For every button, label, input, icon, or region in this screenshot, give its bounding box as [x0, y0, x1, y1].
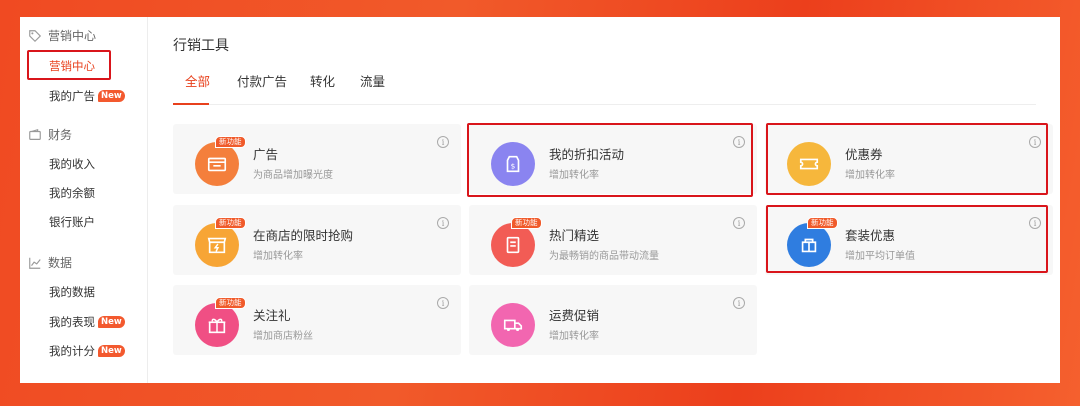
- page-title: 行销工具: [173, 38, 229, 54]
- wallet-icon: [29, 128, 41, 140]
- new-feature-tag: 新功能: [215, 217, 246, 229]
- tool-card-shipping-promo[interactable]: 运费促销 增加转化率 i: [469, 285, 757, 355]
- tab-label: 转化: [310, 74, 336, 89]
- main-content: 行销工具 全部 付款广告 转化 流量 新功能 广告 为商品增加曝光度 i $ 我…: [149, 17, 1060, 383]
- tool-card-my-discount[interactable]: $ 我的折扣活动 增加转化率 i: [469, 124, 757, 194]
- card-description: 增加平均订单值: [845, 251, 915, 262]
- card-description: 增加商店粉丝: [253, 331, 313, 342]
- gift-icon: [208, 318, 226, 334]
- discount-tag-icon: $: [506, 155, 520, 173]
- card-title: 关注礼: [253, 308, 291, 323]
- card-icon-circle: [491, 303, 535, 347]
- sidebar-item-label: 我的收入: [49, 157, 95, 171]
- bundle-icon: [801, 238, 817, 253]
- sidebar-item-my-score[interactable]: 我的计分 New: [49, 343, 125, 359]
- tool-card-coupon[interactable]: 优惠券 增加转化率 i: [765, 124, 1053, 194]
- ad-icon: [207, 157, 227, 172]
- info-icon[interactable]: i: [1029, 136, 1041, 148]
- sidebar-section-marketing: 营销中心: [28, 27, 96, 44]
- card-description: 为商品增加曝光度: [253, 170, 333, 181]
- tool-card-flash-sale[interactable]: 新功能 在商店的限时抢购 增加转化率 i: [173, 205, 461, 275]
- info-icon[interactable]: i: [437, 136, 449, 148]
- svg-text:$: $: [511, 162, 516, 171]
- card-title: 在商店的限时抢购: [253, 228, 354, 243]
- tab-conversion[interactable]: 转化: [310, 71, 335, 90]
- sidebar-section-finance: 财务: [28, 126, 72, 143]
- app-window: 营销中心 营销中心 我的广告 New 财务 我的收入 我的余额 银行账户 数据 …: [20, 17, 1060, 383]
- tool-card-top-picks[interactable]: 新功能 热门精选 为最畅销的商品带动流量 i: [469, 205, 757, 275]
- new-badge: New: [98, 316, 125, 328]
- sidebar-item-my-income[interactable]: 我的收入: [49, 156, 95, 172]
- sidebar: 营销中心 营销中心 我的广告 New 财务 我的收入 我的余额 银行账户 数据 …: [20, 17, 148, 383]
- flash-sale-icon: [207, 237, 227, 254]
- card-title: 套装优惠: [845, 228, 896, 243]
- new-feature-tag: 新功能: [215, 136, 246, 148]
- info-icon[interactable]: i: [733, 217, 745, 229]
- sidebar-section-label: 数据: [48, 256, 73, 270]
- tool-card-follow-gift[interactable]: 新功能 关注礼 增加商店粉丝 i: [173, 285, 461, 355]
- tag-icon: [29, 29, 42, 42]
- info-icon[interactable]: i: [437, 297, 449, 309]
- tab-label: 流量: [360, 74, 386, 89]
- card-description: 增加转化率: [549, 170, 599, 181]
- top-picks-icon: [506, 236, 520, 254]
- sidebar-item-my-balance[interactable]: 我的余额: [49, 185, 95, 201]
- new-feature-tag: 新功能: [215, 297, 246, 309]
- tool-card-ads[interactable]: 新功能 广告 为商品增加曝光度 i: [173, 124, 461, 194]
- card-icon-circle: [195, 142, 239, 186]
- card-title: 我的折扣活动: [549, 147, 625, 162]
- tab-label: 付款广告: [237, 74, 288, 89]
- tab-all[interactable]: 全部: [185, 71, 210, 90]
- sidebar-item-label: 我的计分: [49, 344, 95, 358]
- sidebar-item-label: 营销中心: [49, 59, 95, 73]
- new-feature-tag: 新功能: [807, 217, 838, 229]
- sidebar-section-data: 数据: [28, 254, 72, 271]
- card-description: 增加转化率: [253, 251, 303, 262]
- sidebar-section-label: 财务: [48, 128, 73, 142]
- chart-line-icon: [29, 257, 41, 269]
- sidebar-item-label: 我的广告: [49, 89, 95, 103]
- sidebar-item-my-ads[interactable]: 我的广告 New: [49, 88, 125, 104]
- sidebar-item-label: 我的数据: [49, 285, 95, 299]
- card-description: 为最畅销的商品带动流量: [549, 251, 659, 262]
- new-feature-tag: 新功能: [511, 217, 542, 229]
- sidebar-section-label: 营销中心: [48, 29, 97, 43]
- sidebar-item-marketing-center[interactable]: 营销中心: [49, 58, 95, 74]
- sidebar-item-label: 我的表现: [49, 315, 95, 329]
- sidebar-item-label: 银行账户: [49, 215, 95, 229]
- new-badge: New: [98, 90, 125, 102]
- card-icon-circle: [787, 223, 831, 267]
- card-title: 运费促销: [549, 308, 600, 323]
- coupon-icon: [799, 158, 819, 170]
- sidebar-item-my-data[interactable]: 我的数据: [49, 284, 95, 300]
- card-title: 广告: [253, 147, 279, 162]
- card-icon-circle: $: [491, 142, 535, 186]
- tab-label: 全部: [185, 74, 211, 89]
- truck-icon: [503, 319, 523, 332]
- info-icon[interactable]: i: [1029, 217, 1041, 229]
- card-title: 热门精选: [549, 228, 600, 243]
- card-description: 增加转化率: [549, 331, 599, 342]
- tab-paid-ads[interactable]: 付款广告: [237, 71, 287, 90]
- card-icon-circle: [787, 142, 831, 186]
- card-icon-circle: [491, 223, 535, 267]
- sidebar-item-label: 我的余额: [49, 186, 95, 200]
- card-icon-circle: [195, 303, 239, 347]
- info-icon[interactable]: i: [437, 217, 449, 229]
- sidebar-item-my-performance[interactable]: 我的表现 New: [49, 314, 125, 330]
- info-icon[interactable]: i: [733, 297, 745, 309]
- new-badge: New: [98, 345, 125, 357]
- card-description: 增加转化率: [845, 170, 895, 181]
- card-icon-circle: [195, 223, 239, 267]
- tab-traffic[interactable]: 流量: [360, 71, 385, 90]
- tool-card-bundle[interactable]: 新功能 套装优惠 增加平均订单值 i: [765, 205, 1053, 275]
- card-title: 优惠券: [845, 147, 883, 162]
- sidebar-item-bank-account[interactable]: 银行账户: [49, 214, 95, 230]
- tab-bar: 全部 付款广告 转化 流量: [173, 67, 1036, 105]
- info-icon[interactable]: i: [733, 136, 745, 148]
- active-tab-indicator: [173, 103, 209, 105]
